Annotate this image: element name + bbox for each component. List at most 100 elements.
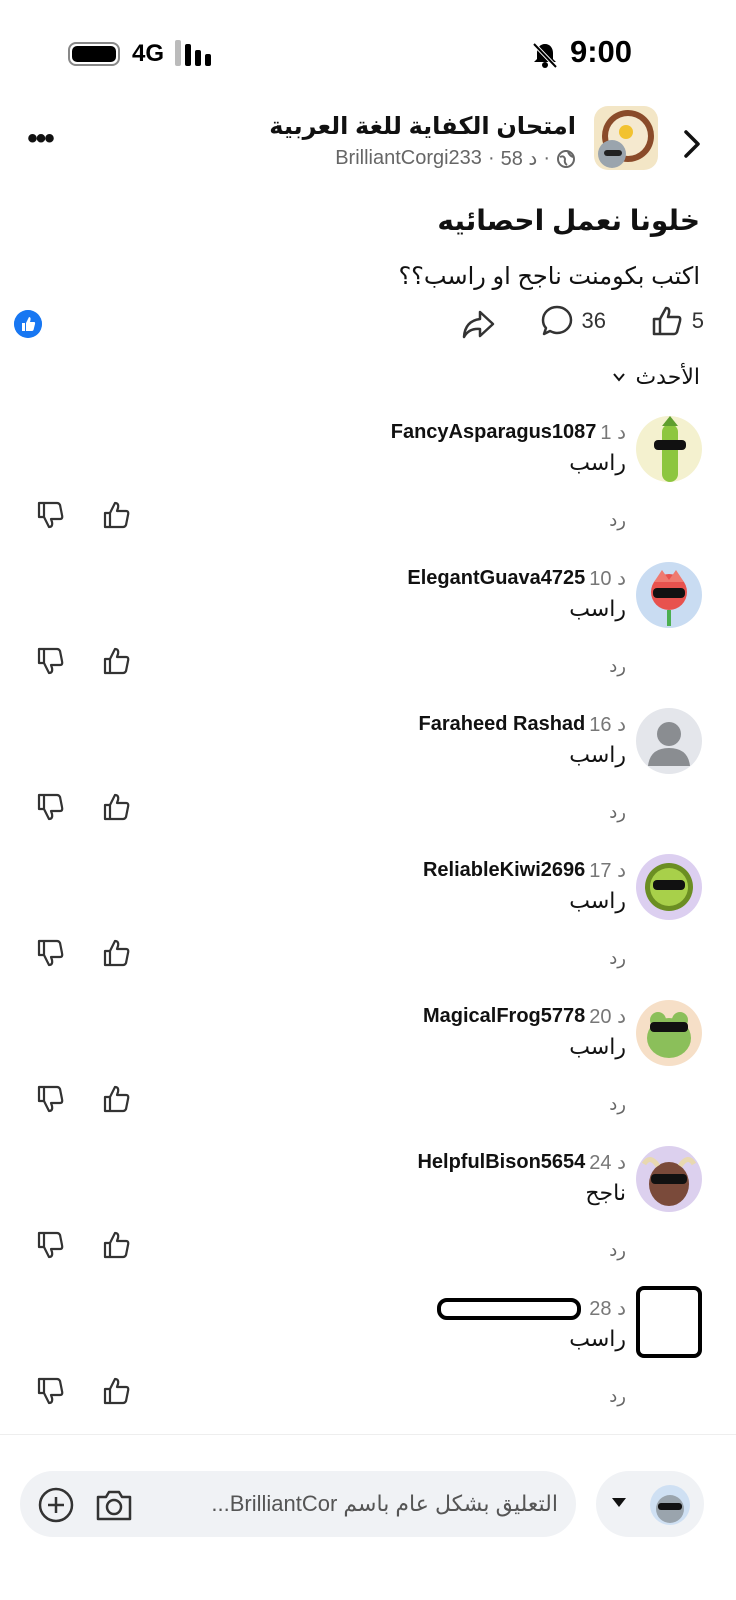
reply-button[interactable]: رد xyxy=(609,656,626,677)
reply-button[interactable]: رد xyxy=(609,1094,626,1115)
thumbs-up-icon[interactable] xyxy=(102,1376,132,1406)
comment-item: FancyAsparagus1087 1 د راسب رد xyxy=(0,416,736,564)
group-avatar[interactable] xyxy=(594,106,658,170)
reply-button[interactable]: رد xyxy=(609,510,626,531)
caret-down-icon xyxy=(612,1498,626,1507)
comment-placeholder: التعليق بشكل عام باسم BrilliantCor... xyxy=(211,1491,558,1516)
comment-input[interactable]: التعليق بشكل عام باسم BrilliantCor... xyxy=(20,1471,576,1537)
post-author[interactable]: BrilliantCorgi233 xyxy=(335,147,482,170)
comment-text: راسب xyxy=(569,742,626,767)
thumbs-up-icon[interactable] xyxy=(102,500,132,530)
comment-text: راسب xyxy=(569,450,626,475)
group-name[interactable]: امتحان الكفاية للغة العربية xyxy=(269,112,576,141)
thumbs-down-icon[interactable] xyxy=(36,500,66,530)
post-header: ••• امتحان الكفاية للغة العربية Brillian… xyxy=(0,100,736,190)
comment-time: 20 د xyxy=(589,1006,626,1028)
comment-text: راسب xyxy=(569,888,626,913)
back-chevron-icon[interactable] xyxy=(672,124,712,164)
comment-time: 16 د xyxy=(589,714,626,736)
reply-button[interactable]: رد xyxy=(609,802,626,823)
comment-text: راسب xyxy=(569,596,626,621)
muted-bell-icon xyxy=(532,42,558,69)
chevron-down-icon xyxy=(613,373,626,382)
comment-time: 10 د xyxy=(589,568,626,590)
avatar[interactable] xyxy=(636,1146,702,1212)
comment-time: 1 د xyxy=(600,422,626,444)
thumbs-down-icon[interactable] xyxy=(36,646,66,676)
comment-item: ElegantGuava4725 10 د راسب رد xyxy=(0,562,736,710)
comment-item: 28 د راسب رد xyxy=(0,1286,736,1440)
thumbs-up-icon xyxy=(652,306,682,336)
thumbs-up-icon[interactable] xyxy=(102,646,132,676)
network-label: 4G xyxy=(132,40,165,67)
thumbs-down-icon[interactable] xyxy=(36,1230,66,1260)
post-body: اكتب بكومنت ناجح او راسب؟؟ xyxy=(398,263,700,290)
comment-item: ReliableKiwi2696 17 د راسب رد xyxy=(0,854,736,1002)
comment-text: راسب xyxy=(569,1034,626,1059)
comment-compose-bar: التعليق بشكل عام باسم BrilliantCor... xyxy=(0,1434,736,1537)
comment-text: ناجح xyxy=(585,1180,626,1205)
comments-button[interactable]: 36 xyxy=(540,304,606,338)
comment-username[interactable]: ElegantGuava4725 xyxy=(407,567,585,590)
globe-icon xyxy=(557,149,575,168)
like-badge-icon[interactable] xyxy=(14,310,42,338)
thumbs-up-icon[interactable] xyxy=(102,1084,132,1114)
camera-icon[interactable] xyxy=(94,1487,134,1523)
comment-time: 28 د xyxy=(589,1298,626,1320)
identity-switcher[interactable] xyxy=(596,1471,704,1537)
avatar[interactable] xyxy=(636,562,702,628)
meta-separator: · xyxy=(543,147,550,169)
more-options-button[interactable]: ••• xyxy=(20,124,60,164)
meta-separator: · xyxy=(487,147,495,169)
comment-username[interactable]: ReliableKiwi2696 xyxy=(423,859,585,882)
comment-item: HelpfulBison5654 24 د ناجح رد xyxy=(0,1146,736,1294)
thumbs-up-icon[interactable] xyxy=(102,938,132,968)
comment-header: Faraheed Rashad 16 د xyxy=(419,712,626,737)
post-action-bar: 36 5 xyxy=(0,298,736,352)
upvote-count: 5 xyxy=(691,308,704,333)
comment-header: HelpfulBison5654 24 د xyxy=(417,1150,626,1175)
reply-button[interactable]: رد xyxy=(609,1240,626,1261)
reply-button[interactable]: رد xyxy=(609,1386,626,1407)
avatar[interactable] xyxy=(636,416,702,482)
comment-username[interactable]: HelpfulBison5654 xyxy=(417,1151,585,1174)
avatar[interactable] xyxy=(636,1000,702,1066)
thumbs-down-icon[interactable] xyxy=(36,938,66,968)
reply-button[interactable]: رد xyxy=(609,948,626,969)
upvote-button[interactable]: 5 xyxy=(650,304,704,338)
comment-header: MagicalFrog5778 20 د xyxy=(423,1004,626,1029)
redacted-avatar xyxy=(636,1286,702,1358)
comment-item: MagicalFrog5778 20 د راسب رد xyxy=(0,1000,736,1148)
comment-header: ReliableKiwi2696 17 د xyxy=(423,858,626,883)
avatar[interactable] xyxy=(636,1286,702,1358)
comment-time: 17 د xyxy=(589,860,626,882)
avatar[interactable] xyxy=(636,708,702,774)
comment-username[interactable]: Faraheed Rashad xyxy=(419,713,586,736)
comment-header: 28 د xyxy=(437,1296,626,1321)
avatar[interactable] xyxy=(636,854,702,920)
comment-header: FancyAsparagus1087 1 د xyxy=(391,420,626,445)
clock: 9:00 xyxy=(569,34,632,69)
avatar xyxy=(650,1485,690,1525)
comment-header: ElegantGuava4725 10 د xyxy=(407,566,626,591)
post-age: 58 د xyxy=(500,148,538,170)
comment-username[interactable]: MagicalFrog5778 xyxy=(423,1005,585,1028)
comment-text: راسب xyxy=(569,1326,626,1351)
post-title: خلونا نعمل احصائيه xyxy=(437,205,700,236)
signal-icon xyxy=(175,40,211,66)
comment-time: 24 د xyxy=(589,1152,626,1174)
thumbs-down-icon[interactable] xyxy=(36,792,66,822)
comment-username[interactable]: FancyAsparagus1087 xyxy=(391,421,597,444)
add-icon[interactable] xyxy=(38,1487,74,1523)
thumbs-down-icon[interactable] xyxy=(36,1084,66,1114)
share-icon xyxy=(462,310,495,339)
status-bar: 4G 9:00 xyxy=(0,0,736,100)
sort-dropdown[interactable]: الأحدث xyxy=(611,364,700,390)
thumbs-up-icon[interactable] xyxy=(102,1230,132,1260)
thumbs-up-icon[interactable] xyxy=(102,792,132,822)
comments-count: 36 xyxy=(581,308,606,333)
thumbs-down-icon[interactable] xyxy=(36,1376,66,1406)
redacted-username xyxy=(437,1297,582,1320)
comment-bubble-icon xyxy=(541,305,572,336)
share-button[interactable] xyxy=(460,306,496,342)
